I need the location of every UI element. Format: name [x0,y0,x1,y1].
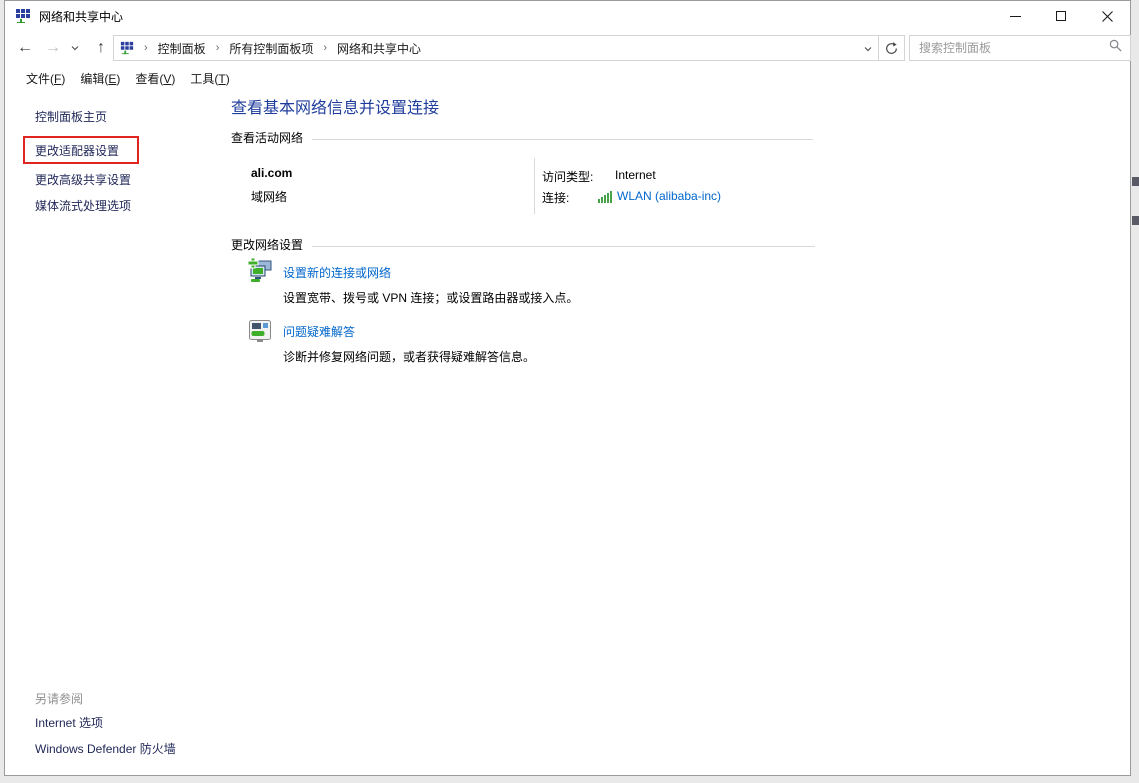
minimize-button[interactable] [992,1,1038,31]
wifi-signal-icon [598,190,614,202]
task-description: 设置宽带、拨号或 VPN 连接；或设置路由器或接入点。 [283,289,578,306]
sidebar-item-advanced-sharing[interactable]: 更改高级共享设置 [35,171,131,188]
background-artifact [1132,177,1139,186]
menu-tools[interactable]: 工具(T) [190,70,229,87]
network-panel-divider [534,158,535,214]
menu-label: ) [226,72,230,86]
forward-button[interactable]: → [41,35,65,61]
breadcrumb-separator: › [323,42,327,54]
menu-label: ) [171,72,175,86]
minimize-icon [1010,11,1021,22]
page-title: 查看基本网络信息并设置连接 [231,94,439,118]
change-settings-section-header: 更改网络设置 [231,236,815,253]
menu-label: ) [61,72,65,86]
menu-label: 查看( [135,72,163,86]
background-artifact [1132,216,1139,225]
troubleshoot-icon [248,319,272,343]
network-name: ali.com [251,166,292,180]
network-sharing-center-window: 网络和共享中心 ← → ↑ › 控制面板 › [4,0,1131,776]
task-link-setup-new-connection[interactable]: 设置新的连接或网络 [283,264,391,281]
menu-bar: 文件(F) 编辑(E) 查看(V) 工具(T) [5,65,1130,91]
search-input[interactable] [910,41,1109,55]
sidebar-item-media-streaming[interactable]: 媒体流式处理选项 [35,197,131,214]
task-link-troubleshoot-problems[interactable]: 问题疑难解答 [283,323,355,340]
access-type-value: Internet [615,168,656,182]
address-bar[interactable]: › 控制面板 › 所有控制面板项 › 网络和共享中心 [113,35,879,61]
forward-arrow-icon: → [45,40,61,56]
menu-file[interactable]: 文件(F) [26,70,65,87]
window-controls [992,1,1130,31]
task-description: 诊断并修复网络问题，或者获得疑难解答信息。 [283,348,535,365]
back-button[interactable]: ← [13,35,37,61]
sidebar-item-windows-defender-firewall[interactable]: Windows Defender 防火墙 [35,740,176,757]
menu-edit[interactable]: 编辑(E) [80,70,120,87]
network-type: 域网络 [251,188,287,205]
location-network-icon [120,41,134,55]
section-title: 查看活动网络 [231,129,303,146]
active-networks-section-header: 查看活动网络 [231,129,813,146]
breadcrumb-separator: › [216,42,220,54]
recent-pages-dropdown[interactable] [67,35,83,61]
chevron-down-icon [71,46,79,51]
network-sharing-app-icon [15,8,31,24]
maximize-button[interactable] [1038,1,1084,31]
chevron-down-icon [864,47,872,52]
section-rule [312,139,813,140]
search-box [909,35,1131,61]
back-arrow-icon: ← [17,40,33,56]
sidebar-item-internet-options[interactable]: Internet 选项 [35,714,103,731]
close-icon [1102,11,1113,22]
close-button[interactable] [1084,1,1130,31]
refresh-button[interactable] [878,35,905,61]
sidebar-item-control-panel-home[interactable]: 控制面板主页 [35,108,107,125]
window-title: 网络和共享中心 [39,8,123,25]
section-rule [312,246,815,247]
menu-label: 编辑( [80,72,108,86]
up-button[interactable]: ↑ [89,35,113,61]
highlight-box: 更改适配器设置 [23,136,139,164]
up-arrow-icon: ↑ [97,40,105,56]
titlebar: 网络和共享中心 [5,1,1130,31]
access-type-label: 访问类型: [542,168,593,185]
search-icon[interactable] [1109,39,1122,57]
menu-label: ) [116,72,120,86]
breadcrumb-item-control-panel[interactable]: 控制面板 [158,40,206,57]
refresh-icon [885,42,898,55]
new-connection-icon [245,257,273,285]
see-also-header: 另请参阅 [35,690,83,707]
menu-label: 工具( [190,72,218,86]
menu-view[interactable]: 查看(V) [135,70,175,87]
maximize-icon [1056,11,1066,21]
connection-link[interactable]: WLAN (alibaba-inc) [617,189,721,203]
menu-label: 文件( [26,72,54,86]
connection-label: 连接: [542,189,569,206]
menu-access-key: T [218,72,225,86]
sidebar-item-change-adapter-settings[interactable]: 更改适配器设置 [35,142,119,159]
breadcrumb-item-all-items[interactable]: 所有控制面板项 [229,40,313,57]
section-title: 更改网络设置 [231,236,303,253]
breadcrumb-item-network-center[interactable]: 网络和共享中心 [337,40,421,57]
breadcrumb-separator: › [144,42,148,54]
address-dropdown-button[interactable] [864,41,872,55]
